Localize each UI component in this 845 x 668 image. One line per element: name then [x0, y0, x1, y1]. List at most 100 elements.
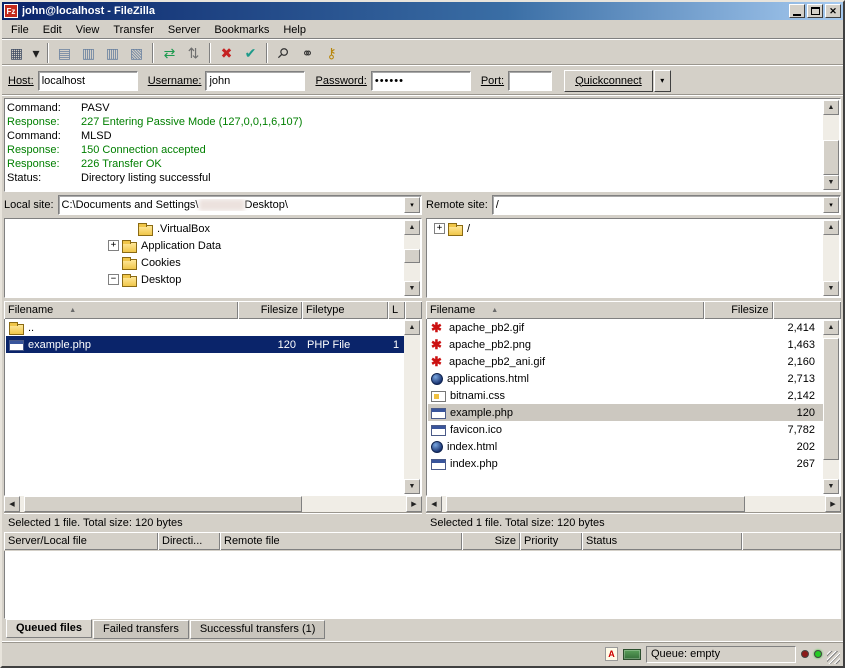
- column-header-filesize[interactable]: Filesize: [238, 301, 302, 319]
- log-scrollbar-down-button[interactable]: ▼: [823, 175, 839, 190]
- column-header-filename[interactable]: Filename▲: [4, 301, 238, 319]
- tree-item[interactable]: .VirtualBox: [6, 220, 404, 237]
- site-manager-button[interactable]: ▦: [5, 42, 28, 64]
- expand-icon[interactable]: +: [108, 240, 119, 251]
- local-site-dropdown-button[interactable]: ▾: [404, 197, 420, 213]
- local-tree-scrollbar-thumb[interactable]: [404, 249, 420, 263]
- quickconnect-button[interactable]: Quickconnect: [564, 70, 653, 92]
- column-header-filename[interactable]: Filename▲: [426, 301, 704, 319]
- remote-site-dropdown-button[interactable]: ▾: [823, 197, 839, 213]
- toggle-local-tree-button[interactable]: ▥: [77, 42, 100, 64]
- file-row[interactable]: index.php267: [428, 455, 823, 472]
- minimize-button[interactable]: [789, 4, 805, 18]
- host-input[interactable]: [38, 71, 138, 91]
- tree-item[interactable]: +/: [428, 220, 823, 237]
- close-button[interactable]: ✕: [825, 4, 841, 18]
- file-row[interactable]: apache_pb2.gif2,414: [428, 319, 823, 336]
- local-list-hscrollbar-track[interactable]: [20, 496, 406, 512]
- file-row[interactable]: index.html202: [428, 438, 823, 455]
- log-scrollbar[interactable]: ▲▼: [823, 100, 839, 190]
- local-list-hscrollbar[interactable]: ◀▶: [4, 496, 422, 512]
- tree-item[interactable]: Cookies: [6, 254, 404, 271]
- menu-bookmarks[interactable]: Bookmarks: [207, 21, 276, 39]
- local-tree-scrollbar[interactable]: ▲▼: [404, 220, 420, 296]
- local-list-scrollbar-up-button[interactable]: ▲: [404, 320, 420, 335]
- disconnect-button[interactable]: ✔: [239, 42, 262, 64]
- file-row[interactable]: apache_pb2.png1,463: [428, 336, 823, 353]
- local-list-scrollbar[interactable]: ▲▼: [404, 320, 420, 494]
- remote-list-hscrollbar-track[interactable]: [442, 496, 825, 512]
- local-list-hscrollbar-thumb[interactable]: [24, 496, 302, 512]
- remote-site-combo[interactable]: / ▾: [492, 195, 841, 215]
- maximize-button[interactable]: [807, 4, 823, 18]
- local-list-scrollbar-track[interactable]: [404, 335, 420, 479]
- menu-view[interactable]: View: [69, 21, 107, 39]
- file-row[interactable]: applications.html2,713: [428, 370, 823, 387]
- remote-tree-scrollbar-up-button[interactable]: ▲: [823, 220, 839, 235]
- site-keys-button[interactable]: ⚷: [320, 42, 343, 64]
- collapse-icon[interactable]: −: [108, 274, 119, 285]
- find-files-button[interactable]: ⚭: [296, 42, 319, 64]
- local-list-hscrollbar-right-button[interactable]: ▶: [406, 496, 422, 512]
- remote-tree-scrollbar-down-button[interactable]: ▼: [823, 281, 839, 296]
- remote-list-scrollbar-track[interactable]: [823, 335, 839, 479]
- site-manager-dropdown-button[interactable]: ▾: [29, 42, 43, 64]
- column-header-filetype[interactable]: Filetype: [302, 301, 388, 319]
- menu-server[interactable]: Server: [161, 21, 207, 39]
- expand-icon[interactable]: +: [434, 223, 445, 234]
- local-tree-scrollbar-up-button[interactable]: ▲: [404, 220, 420, 235]
- remote-tree-scrollbar[interactable]: ▲▼: [823, 220, 839, 296]
- column-header-l[interactable]: L: [388, 301, 405, 319]
- tab-queued-files[interactable]: Queued files: [6, 619, 92, 638]
- log-scrollbar-up-button[interactable]: ▲: [823, 100, 839, 115]
- titlebar[interactable]: Fz john@localhost - FileZilla ✕: [2, 2, 843, 20]
- refresh-button[interactable]: ⇄: [158, 42, 181, 64]
- directory-comparison-button[interactable]: ⚲: [272, 42, 295, 64]
- file-row[interactable]: example.php120: [428, 404, 823, 421]
- toggle-message-log-button[interactable]: ▤: [53, 42, 76, 64]
- menu-edit[interactable]: Edit: [36, 21, 69, 39]
- tree-item[interactable]: −Desktop: [6, 271, 404, 288]
- local-list-hscrollbar-left-button[interactable]: ◀: [4, 496, 20, 512]
- process-queue-button[interactable]: ⇅: [182, 42, 205, 64]
- remote-list-scrollbar-up-button[interactable]: ▲: [823, 320, 839, 335]
- remote-list-hscrollbar-left-button[interactable]: ◀: [426, 496, 442, 512]
- remote-tree-scrollbar-track[interactable]: [823, 235, 839, 281]
- tab-successful-transfers-1[interactable]: Successful transfers (1): [190, 620, 326, 639]
- local-site-combo[interactable]: C:\Documents and Settings\Desktop\ ▾: [58, 195, 422, 215]
- queue-column-server-local-file[interactable]: Server/Local file: [4, 532, 158, 550]
- queue-column-status[interactable]: Status: [582, 532, 742, 550]
- column-header-filesize[interactable]: Filesize: [704, 301, 773, 319]
- menu-help[interactable]: Help: [276, 21, 313, 39]
- remote-list-scrollbar[interactable]: ▲▼: [823, 320, 839, 494]
- remote-list-scrollbar-down-button[interactable]: ▼: [823, 479, 839, 494]
- local-list-scrollbar-down-button[interactable]: ▼: [404, 479, 420, 494]
- quickconnect-dropdown-button[interactable]: ▾: [654, 70, 671, 92]
- remote-list-scrollbar-thumb[interactable]: [823, 338, 839, 460]
- port-input[interactable]: [508, 71, 552, 91]
- queue-column-priority[interactable]: Priority: [520, 532, 582, 550]
- remote-list-hscrollbar-right-button[interactable]: ▶: [825, 496, 841, 512]
- tree-item[interactable]: +Application Data: [6, 237, 404, 254]
- queue-column-size[interactable]: Size: [462, 532, 520, 550]
- local-tree-scrollbar-track[interactable]: [404, 235, 420, 281]
- remote-list-hscrollbar[interactable]: ◀▶: [426, 496, 841, 512]
- file-row[interactable]: apache_pb2_ani.gif2,160: [428, 353, 823, 370]
- log-scrollbar-thumb[interactable]: [823, 140, 839, 175]
- cancel-button[interactable]: ✖: [215, 42, 238, 64]
- local-tree-scrollbar-down-button[interactable]: ▼: [404, 281, 420, 296]
- toggle-remote-tree-button[interactable]: ▥: [101, 42, 124, 64]
- toggle-queue-button[interactable]: ▧: [125, 42, 148, 64]
- file-row[interactable]: favicon.ico7,782: [428, 421, 823, 438]
- log-scrollbar-track[interactable]: [823, 115, 839, 175]
- remote-list-hscrollbar-thumb[interactable]: [446, 496, 745, 512]
- transfer-queue-body[interactable]: [4, 551, 841, 619]
- menu-file[interactable]: File: [4, 21, 36, 39]
- password-input[interactable]: [371, 71, 471, 91]
- menu-transfer[interactable]: Transfer: [106, 21, 161, 39]
- resize-grip[interactable]: [827, 651, 840, 664]
- file-row[interactable]: ..: [6, 319, 404, 336]
- tab-failed-transfers[interactable]: Failed transfers: [93, 620, 189, 639]
- queue-column-remote-file[interactable]: Remote file: [220, 532, 462, 550]
- file-row[interactable]: example.php120PHP File1: [6, 336, 404, 353]
